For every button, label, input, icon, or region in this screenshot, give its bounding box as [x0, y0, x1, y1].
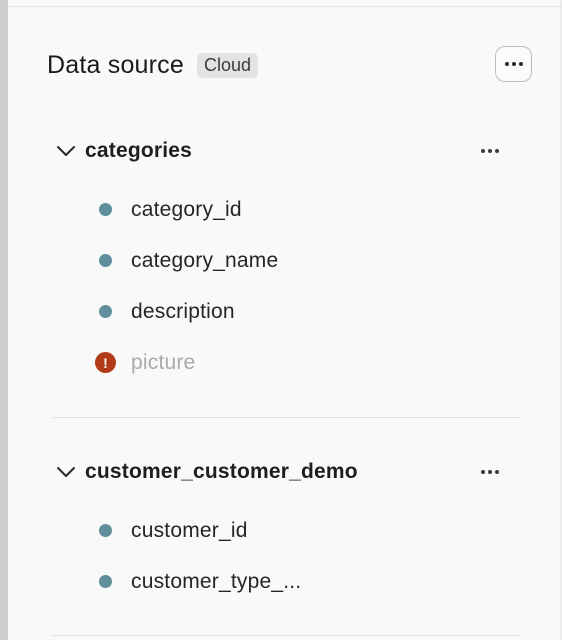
table-more-button[interactable] [476, 138, 504, 164]
column-item[interactable]: description [53, 286, 520, 337]
panel-header: Data source Cloud [47, 44, 532, 86]
column-status-dot-icon [99, 575, 112, 588]
table-divider [53, 635, 520, 636]
more-horizontal-icon [504, 62, 523, 66]
table-name: customer_customer_demo [85, 460, 358, 483]
column-item[interactable]: customer_id [53, 505, 520, 556]
chevron-down-icon[interactable] [55, 461, 77, 483]
column-item[interactable]: ! picture [53, 337, 520, 388]
table-more-button[interactable] [476, 459, 504, 485]
table-name: categories [85, 139, 193, 162]
column-name: picture [131, 350, 196, 374]
column-name: description [131, 299, 235, 323]
column-status-dot-icon [99, 203, 112, 216]
column-status-dot-icon [99, 254, 112, 267]
data-source-panel: Data source Cloud categories category_id… [0, 0, 562, 640]
column-item[interactable]: customer_type_... [53, 556, 520, 607]
top-divider [8, 6, 562, 7]
column-status-dot-icon [99, 305, 112, 318]
column-name: category_name [131, 248, 279, 272]
column-name: category_id [131, 197, 242, 221]
data-source-more-button[interactable] [495, 46, 532, 82]
column-item[interactable]: category_id [53, 184, 520, 235]
cloud-badge: Cloud [197, 52, 259, 78]
column-name: customer_type_... [131, 569, 302, 593]
panel-title: Data source [47, 50, 184, 79]
table-customer-customer-demo: customer_customer_demo customer_id custo… [53, 455, 520, 607]
more-horizontal-icon [481, 470, 499, 474]
column-list: category_id category_name description ! … [53, 184, 520, 388]
chevron-down-icon[interactable] [55, 140, 77, 162]
column-name: customer_id [131, 518, 248, 542]
table-header-categories[interactable]: categories [53, 134, 520, 168]
error-icon: ! [95, 352, 116, 373]
table-categories: categories category_id category_name des… [53, 134, 520, 388]
column-status-dot-icon [99, 524, 112, 537]
column-item[interactable]: category_name [53, 235, 520, 286]
table-divider [53, 417, 520, 418]
column-list: customer_id customer_type_... [53, 505, 520, 607]
more-horizontal-icon [481, 149, 499, 153]
table-header-customer-customer-demo[interactable]: customer_customer_demo [53, 455, 520, 489]
